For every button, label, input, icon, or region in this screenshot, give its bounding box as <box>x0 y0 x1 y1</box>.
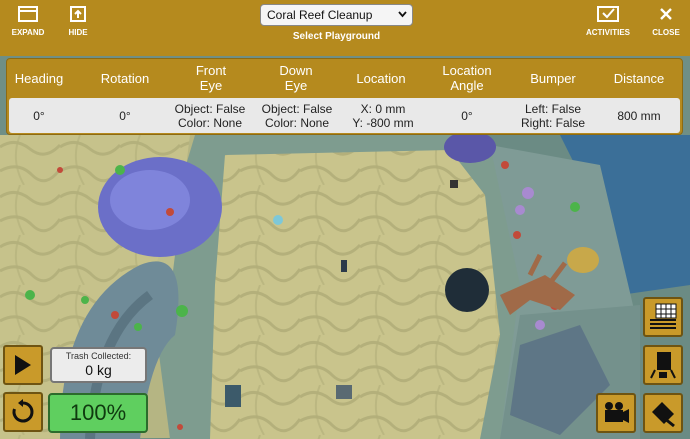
front-eye-color: Color: None <box>177 115 243 130</box>
expand-label: EXPAND <box>11 28 45 37</box>
hide-button[interactable]: HIDE <box>50 6 106 46</box>
top-bar: EXPAND HIDE Coral Reef Cleanup Select Pl… <box>0 0 690 56</box>
side-camera-button[interactable] <box>643 393 683 433</box>
value-distance: 800 mm <box>617 108 661 123</box>
header-heading: Heading <box>14 70 64 86</box>
value-location-angle: 0° <box>461 108 473 123</box>
expand-button[interactable]: EXPAND <box>0 6 56 46</box>
header-distance: Distance <box>613 70 665 86</box>
playground-select[interactable]: Coral Reef Cleanup <box>260 4 413 26</box>
play-button[interactable] <box>3 345 43 385</box>
activities-label: ACTIVITIES <box>585 28 630 37</box>
expand-icon <box>18 6 38 22</box>
reset-button[interactable] <box>3 392 43 432</box>
location-x: X: 0 mm <box>360 101 406 116</box>
bumper-right: Right: False <box>520 115 586 130</box>
trash-collected-label: Trash Collected: <box>65 351 132 361</box>
activities-button[interactable]: ACTIVITIES <box>580 6 636 46</box>
playground-select-value: Coral Reef Cleanup <box>267 8 373 22</box>
hide-label: HIDE <box>68 28 88 37</box>
close-icon <box>660 8 672 20</box>
side-camera-icon <box>652 402 675 428</box>
down-eye-color: Color: None <box>264 115 330 130</box>
value-rotation: 0° <box>119 108 131 123</box>
header-location-angle: Location Angle <box>442 63 492 93</box>
value-down-eye: Object: False Color: None <box>257 98 337 133</box>
follow-camera-button[interactable] <box>596 393 636 433</box>
trash-collected-value: 0 kg <box>85 362 112 378</box>
select-playground-caption: Select Playground <box>292 31 381 42</box>
bumper-left: Left: False <box>524 101 582 116</box>
top-view-camera-icon <box>650 352 676 379</box>
sensor-value-row: 0° 0° Object: False Color: None Object: … <box>9 98 680 133</box>
top-view-camera-button[interactable] <box>643 345 683 385</box>
front-eye-object: Object: False <box>174 101 246 116</box>
sensor-dashboard: Heading Rotation Front Eye Down Eye Locati… <box>6 58 683 135</box>
value-heading: 0° <box>33 108 45 123</box>
follow-camera-icon <box>605 402 629 423</box>
header-rotation: Rotation <box>100 70 150 86</box>
activities-icon <box>597 6 619 22</box>
reset-icon <box>12 399 34 423</box>
play-icon <box>15 355 31 375</box>
header-location: Location <box>356 70 406 86</box>
header-down-eye: Down Eye <box>279 63 313 93</box>
location-y: Y: -800 mm <box>352 115 414 130</box>
value-front-eye: Object: False Color: None <box>170 98 250 133</box>
dashboard-icon <box>650 303 677 329</box>
chevron-down-icon <box>398 11 407 18</box>
close-button[interactable]: CLOSE <box>638 6 690 46</box>
down-eye-object: Object: False <box>261 101 333 116</box>
header-bumper: Bumper <box>530 70 576 86</box>
dashboard-toggle-button[interactable] <box>643 297 683 337</box>
value-bumper: Left: False Right: False <box>515 98 591 133</box>
hide-icon <box>70 6 86 22</box>
speed-button[interactable]: 100% <box>48 393 148 433</box>
close-label: CLOSE <box>652 28 680 37</box>
trash-collected-display: Trash Collected: 0 kg <box>50 347 147 383</box>
sensor-header-row: Heading Rotation Front Eye Down Eye Locati… <box>7 59 684 97</box>
value-location: X: 0 mm Y: -800 mm <box>345 98 421 133</box>
header-front-eye: Front Eye <box>195 63 227 93</box>
speed-value: 100% <box>69 400 127 425</box>
